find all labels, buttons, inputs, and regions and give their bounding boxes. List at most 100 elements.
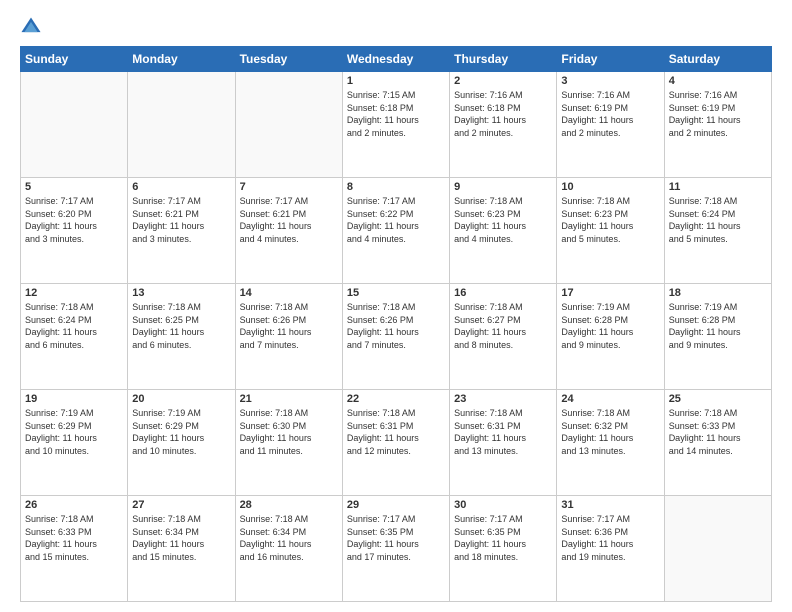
calendar-week-4: 19 Sunrise: 7:19 AM Sunset: 6:29 PM Dayli… [21,390,772,496]
day-number: 2 [454,75,552,87]
day-number: 29 [347,499,445,511]
weekday-header-monday: Monday [128,47,235,72]
day-info: Sunrise: 7:18 AM Sunset: 6:23 PM Dayligh… [454,195,552,245]
day-number: 31 [561,499,659,511]
calendar-cell: 3 Sunrise: 7:16 AM Sunset: 6:19 PM Daylig… [557,72,664,178]
weekday-header-sunday: Sunday [21,47,128,72]
day-info: Sunrise: 7:18 AM Sunset: 6:26 PM Dayligh… [240,301,338,351]
logo-icon [20,16,42,38]
day-info: Sunrise: 7:18 AM Sunset: 6:31 PM Dayligh… [454,407,552,457]
calendar-cell [21,72,128,178]
day-info: Sunrise: 7:18 AM Sunset: 6:27 PM Dayligh… [454,301,552,351]
calendar-cell: 27 Sunrise: 7:18 AM Sunset: 6:34 PM Dayli… [128,496,235,602]
day-info: Sunrise: 7:18 AM Sunset: 6:25 PM Dayligh… [132,301,230,351]
day-number: 30 [454,499,552,511]
calendar-cell: 11Sunrise: 7:18 AM Sunset: 6:24 PM Dayli… [664,178,771,284]
day-number: 25 [669,393,767,405]
day-info: Sunrise: 7:15 AM Sunset: 6:18 PM Dayligh… [347,89,445,139]
calendar-cell: 9Sunrise: 7:18 AM Sunset: 6:23 PM Daylig… [450,178,557,284]
day-info: Sunrise: 7:16 AM Sunset: 6:19 PM Dayligh… [669,89,767,139]
day-info: Sunrise: 7:17 AM Sunset: 6:35 PM Dayligh… [347,513,445,563]
day-info: Sunrise: 7:19 AM Sunset: 6:29 PM Dayligh… [25,407,123,457]
calendar-cell: 23 Sunrise: 7:18 AM Sunset: 6:31 PM Dayli… [450,390,557,496]
weekday-header-friday: Friday [557,47,664,72]
day-info: Sunrise: 7:18 AM Sunset: 6:33 PM Dayligh… [669,407,767,457]
day-info: Sunrise: 7:16 AM Sunset: 6:19 PM Dayligh… [561,89,659,139]
calendar-cell: 25 Sunrise: 7:18 AM Sunset: 6:33 PM Dayli… [664,390,771,496]
logo [20,16,46,38]
day-number: 12 [25,287,123,299]
calendar-cell: 6Sunrise: 7:17 AM Sunset: 6:21 PM Daylig… [128,178,235,284]
day-number: 8 [347,181,445,193]
day-number: 10 [561,181,659,193]
calendar-cell: 7 Sunrise: 7:17 AM Sunset: 6:21 PM Daylig… [235,178,342,284]
day-number: 14 [240,287,338,299]
day-info: Sunrise: 7:18 AM Sunset: 6:31 PM Dayligh… [347,407,445,457]
day-info: Sunrise: 7:18 AM Sunset: 6:33 PM Dayligh… [25,513,123,563]
day-number: 24 [561,393,659,405]
day-number: 18 [669,287,767,299]
calendar-cell: 8 Sunrise: 7:17 AM Sunset: 6:22 PM Daylig… [342,178,449,284]
weekday-header-row: SundayMondayTuesdayWednesdayThursdayFrid… [21,47,772,72]
day-number: 16 [454,287,552,299]
day-info: Sunrise: 7:18 AM Sunset: 6:24 PM Dayligh… [25,301,123,351]
calendar-cell: 21Sunrise: 7:18 AM Sunset: 6:30 PM Dayli… [235,390,342,496]
day-number: 11 [669,181,767,193]
day-number: 3 [561,75,659,87]
weekday-header-wednesday: Wednesday [342,47,449,72]
calendar-cell: 16 Sunrise: 7:18 AM Sunset: 6:27 PM Dayli… [450,284,557,390]
calendar-week-1: 1Sunrise: 7:15 AM Sunset: 6:18 PM Daylig… [21,72,772,178]
day-number: 22 [347,393,445,405]
calendar-cell: 14 Sunrise: 7:18 AM Sunset: 6:26 PM Dayli… [235,284,342,390]
day-number: 13 [132,287,230,299]
calendar-cell: 29 Sunrise: 7:17 AM Sunset: 6:35 PM Dayli… [342,496,449,602]
calendar-cell: 15Sunrise: 7:18 AM Sunset: 6:26 PM Dayli… [342,284,449,390]
day-number: 7 [240,181,338,193]
calendar-cell: 17 Sunrise: 7:19 AM Sunset: 6:28 PM Dayli… [557,284,664,390]
day-number: 20 [132,393,230,405]
day-number: 17 [561,287,659,299]
day-info: Sunrise: 7:19 AM Sunset: 6:29 PM Dayligh… [132,407,230,457]
day-info: Sunrise: 7:16 AM Sunset: 6:18 PM Dayligh… [454,89,552,139]
calendar-cell [128,72,235,178]
calendar-cell [235,72,342,178]
calendar-cell: 24 Sunrise: 7:18 AM Sunset: 6:32 PM Dayli… [557,390,664,496]
calendar-cell: 19 Sunrise: 7:19 AM Sunset: 6:29 PM Dayli… [21,390,128,496]
day-number: 6 [132,181,230,193]
calendar-cell: 5 Sunrise: 7:17 AM Sunset: 6:20 PM Daylig… [21,178,128,284]
calendar-cell [664,496,771,602]
day-info: Sunrise: 7:17 AM Sunset: 6:36 PM Dayligh… [561,513,659,563]
calendar-cell: 13 Sunrise: 7:18 AM Sunset: 6:25 PM Dayli… [128,284,235,390]
day-info: Sunrise: 7:17 AM Sunset: 6:20 PM Dayligh… [25,195,123,245]
day-number: 5 [25,181,123,193]
calendar-cell: 20 Sunrise: 7:19 AM Sunset: 6:29 PM Dayli… [128,390,235,496]
day-info: Sunrise: 7:19 AM Sunset: 6:28 PM Dayligh… [561,301,659,351]
day-info: Sunrise: 7:18 AM Sunset: 6:23 PM Dayligh… [561,195,659,245]
calendar-week-2: 5 Sunrise: 7:17 AM Sunset: 6:20 PM Daylig… [21,178,772,284]
day-number: 23 [454,393,552,405]
weekday-header-saturday: Saturday [664,47,771,72]
calendar-cell: 4 Sunrise: 7:16 AM Sunset: 6:19 PM Daylig… [664,72,771,178]
calendar-week-5: 26Sunrise: 7:18 AM Sunset: 6:33 PM Dayli… [21,496,772,602]
day-info: Sunrise: 7:17 AM Sunset: 6:21 PM Dayligh… [240,195,338,245]
day-info: Sunrise: 7:18 AM Sunset: 6:34 PM Dayligh… [240,513,338,563]
day-info: Sunrise: 7:19 AM Sunset: 6:28 PM Dayligh… [669,301,767,351]
day-number: 21 [240,393,338,405]
calendar-week-3: 12 Sunrise: 7:18 AM Sunset: 6:24 PM Dayli… [21,284,772,390]
day-info: Sunrise: 7:17 AM Sunset: 6:22 PM Dayligh… [347,195,445,245]
day-number: 19 [25,393,123,405]
calendar-cell: 31 Sunrise: 7:17 AM Sunset: 6:36 PM Dayli… [557,496,664,602]
calendar-table: SundayMondayTuesdayWednesdayThursdayFrid… [20,46,772,602]
calendar-cell: 10 Sunrise: 7:18 AM Sunset: 6:23 PM Dayli… [557,178,664,284]
day-number: 4 [669,75,767,87]
day-info: Sunrise: 7:18 AM Sunset: 6:34 PM Dayligh… [132,513,230,563]
calendar-cell: 18 Sunrise: 7:19 AM Sunset: 6:28 PM Dayli… [664,284,771,390]
page: SundayMondayTuesdayWednesdayThursdayFrid… [0,0,792,612]
calendar-cell: 30Sunrise: 7:17 AM Sunset: 6:35 PM Dayli… [450,496,557,602]
calendar-cell: 28Sunrise: 7:18 AM Sunset: 6:34 PM Dayli… [235,496,342,602]
day-number: 27 [132,499,230,511]
calendar-cell: 22 Sunrise: 7:18 AM Sunset: 6:31 PM Dayli… [342,390,449,496]
calendar-cell: 2 Sunrise: 7:16 AM Sunset: 6:18 PM Daylig… [450,72,557,178]
day-info: Sunrise: 7:18 AM Sunset: 6:32 PM Dayligh… [561,407,659,457]
calendar-cell: 1Sunrise: 7:15 AM Sunset: 6:18 PM Daylig… [342,72,449,178]
